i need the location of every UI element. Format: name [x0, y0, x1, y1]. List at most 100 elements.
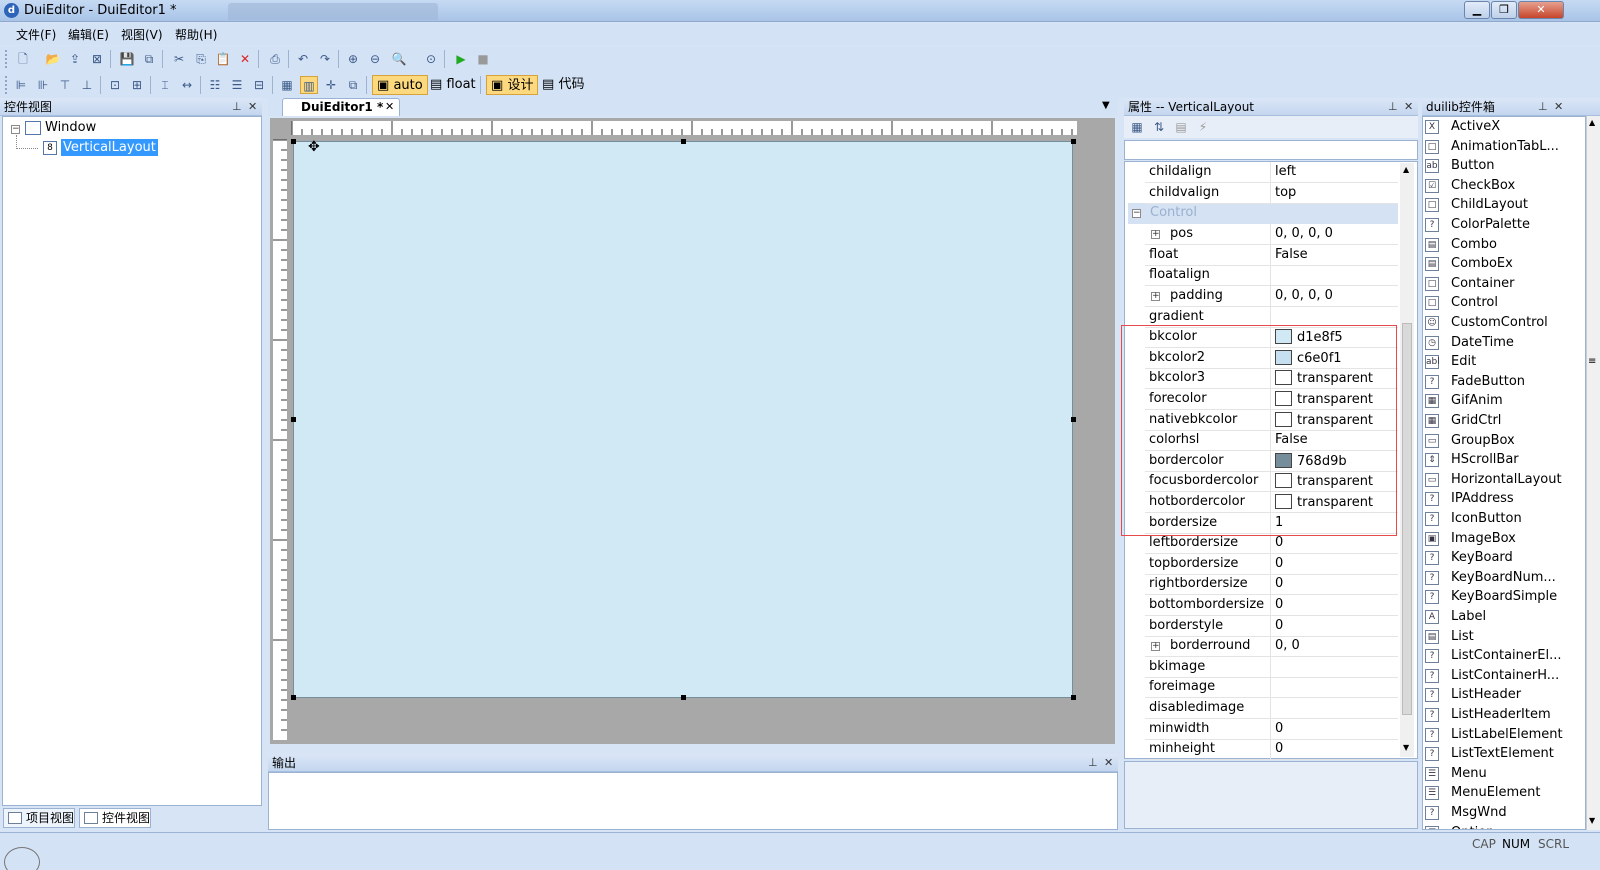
align-top-icon[interactable]: ⊤: [56, 76, 74, 94]
toolbox-item-listheaderitem[interactable]: ? ListHeaderItem: [1423, 706, 1559, 725]
output-panel[interactable]: [268, 772, 1118, 830]
toolbox-item-option[interactable]: ☑ Option: [1423, 824, 1559, 829]
resize-handle[interactable]: [291, 695, 296, 700]
property-row-padding[interactable]: + padding 0, 0, 0, 0: [1145, 286, 1398, 307]
pin-icon[interactable]: ⊥: [1388, 98, 1398, 116]
save-all-icon[interactable]: ⧉: [140, 50, 158, 68]
maximize-button[interactable]: ❐: [1491, 1, 1517, 19]
align-bottom-icon[interactable]: ⊥: [78, 76, 96, 94]
categorized-icon[interactable]: ▦: [1128, 118, 1146, 136]
menu-help[interactable]: 帮助(H): [171, 26, 221, 43]
auto-mode-button[interactable]: ▣ auto: [372, 75, 428, 95]
property-row-topbordersize[interactable]: topbordersize 0: [1145, 553, 1398, 575]
property-value[interactable]: 0, 0, 0, 0: [1275, 226, 1333, 241]
toolbox-item-ipaddress[interactable]: ? IPAddress: [1423, 490, 1559, 509]
undo-icon[interactable]: ↶: [294, 50, 312, 68]
collapse-icon[interactable]: −: [1132, 209, 1141, 218]
resize-handle[interactable]: [681, 139, 686, 144]
preview-icon[interactable]: ⧉: [344, 76, 362, 94]
resize-handle[interactable]: [681, 695, 686, 700]
copy-icon[interactable]: ⎘: [192, 50, 210, 68]
move-icon[interactable]: ✥: [308, 139, 320, 155]
verticallayout-control[interactable]: ✥: [293, 139, 1073, 698]
property-row-pos[interactable]: + pos 0, 0, 0, 0: [1145, 224, 1398, 246]
toolbox-item-list[interactable]: ▤ List: [1423, 628, 1559, 647]
zoom-in-icon[interactable]: ⊕: [344, 50, 362, 68]
open-folder-icon[interactable]: 📂: [44, 50, 62, 68]
toolbox-item-button[interactable]: ab Button: [1423, 157, 1559, 176]
toolbar-grip[interactable]: [5, 76, 8, 94]
property-row-floatalign[interactable]: floatalign: [1145, 265, 1398, 287]
property-value[interactable]: 0: [1275, 597, 1283, 612]
close-tab-icon[interactable]: ✕: [385, 100, 394, 113]
tab-project-view[interactable]: 项目视图: [3, 808, 75, 828]
delete-icon[interactable]: ✕: [236, 50, 254, 68]
property-value[interactable]: 0, 0: [1275, 638, 1300, 653]
same-width-icon[interactable]: ↔: [178, 76, 196, 94]
events-icon[interactable]: ⚡: [1194, 118, 1212, 136]
property-value[interactable]: 0: [1275, 618, 1283, 633]
property-value[interactable]: 0: [1275, 535, 1283, 550]
property-row-borderround[interactable]: + borderround 0, 0: [1145, 636, 1398, 658]
property-value[interactable]: 0, 0, 0, 0: [1275, 288, 1333, 303]
zoom-dropdown-icon[interactable]: 🔍: [390, 50, 408, 68]
toolbox-item-listcontainerel[interactable]: ? ListContainerEl...: [1423, 647, 1561, 666]
crosshair-icon[interactable]: ✛: [322, 76, 340, 94]
code-view-button[interactable]: ▤ 代码: [538, 75, 588, 95]
minimize-button[interactable]: ▁: [1464, 1, 1490, 19]
property-value[interactable]: 0: [1275, 576, 1283, 591]
property-value[interactable]: 0: [1275, 721, 1283, 736]
resize-handle[interactable]: [291, 417, 296, 422]
scroll-up-icon[interactable]: ▲: [1403, 165, 1409, 174]
menu-edit[interactable]: 编辑(E): [64, 26, 113, 43]
tree-item-window[interactable]: Window: [45, 120, 96, 135]
scroll-thumb[interactable]: [1402, 323, 1412, 715]
toolbar-grip[interactable]: [5, 50, 8, 68]
float-mode-button[interactable]: ▤ float: [426, 75, 480, 95]
property-value[interactable]: 0: [1275, 741, 1283, 756]
toolbox-item-childlayout[interactable]: □ ChildLayout: [1423, 196, 1559, 215]
property-row-bottombordersize[interactable]: bottombordersize 0: [1145, 595, 1398, 616]
new-file-icon[interactable]: 🗋: [14, 50, 32, 68]
pin-icon[interactable]: ⊥: [1088, 754, 1098, 772]
toolbox-item-hscrollbar[interactable]: ⇕ HScrollBar: [1423, 451, 1559, 470]
resize-handle[interactable]: [291, 139, 296, 144]
property-row-foreimage[interactable]: foreimage: [1145, 677, 1398, 699]
toolbox-item-iconbutton[interactable]: ? IconButton: [1423, 510, 1559, 529]
run-icon[interactable]: ▶: [452, 50, 470, 68]
toolbox-item-imagebox[interactable]: ▣ ImageBox: [1423, 530, 1559, 549]
property-value[interactable]: 0: [1275, 556, 1283, 571]
toolbox-item-animationtabl[interactable]: □ AnimationTabL...: [1423, 138, 1559, 157]
toolbox-item-listheader[interactable]: ? ListHeader: [1423, 686, 1559, 705]
toolbox-item-label[interactable]: A Label: [1423, 608, 1559, 627]
design-view-button[interactable]: ▣ 设计: [486, 75, 539, 95]
scroll-grip-icon[interactable]: ≡: [1588, 356, 1596, 367]
toolbox-item-keyboardsimple[interactable]: ? KeyBoardSimple: [1423, 588, 1559, 607]
property-value[interactable]: top: [1275, 185, 1296, 200]
expand-icon[interactable]: +: [1151, 230, 1160, 240]
save-icon[interactable]: 💾: [118, 50, 136, 68]
center-vertical-icon[interactable]: ⊡: [106, 76, 124, 94]
same-height-icon[interactable]: ⌶: [156, 76, 174, 94]
scroll-down-icon[interactable]: ▼: [1403, 743, 1409, 752]
expand-icon[interactable]: +: [1151, 642, 1160, 652]
property-row-childvalign[interactable]: childvalign top: [1145, 182, 1398, 204]
resize-handle[interactable]: [1071, 695, 1076, 700]
property-row-childalign[interactable]: childalign left: [1145, 162, 1398, 183]
property-row-disabledimage[interactable]: disabledimage: [1145, 698, 1398, 719]
toolbox-item-colorpalette[interactable]: ? ColorPalette: [1423, 216, 1559, 235]
grid-icon[interactable]: ▦: [278, 76, 296, 94]
toolbox-item-comboex[interactable]: ▤ ComboEx: [1423, 255, 1559, 274]
space-horizontal-icon[interactable]: ☰: [228, 76, 246, 94]
toolbox-item-listcontainerh[interactable]: ? ListContainerH...: [1423, 667, 1559, 686]
align-right-icon[interactable]: ⊪: [34, 76, 52, 94]
toolbox-item-checkbox[interactable]: ☑ CheckBox: [1423, 177, 1559, 196]
toolbox-item-menu[interactable]: ☰ Menu: [1423, 765, 1559, 784]
tab-control-view[interactable]: 控件视图: [79, 808, 151, 828]
toolbox-item-listlabelelement[interactable]: ? ListLabelElement: [1423, 726, 1563, 745]
open-file-icon[interactable]: ⇪: [66, 50, 84, 68]
toolbox-item-activex[interactable]: X ActiveX: [1423, 118, 1559, 137]
redo-icon[interactable]: ↷: [316, 50, 334, 68]
scroll-up-icon[interactable]: ▲: [1589, 118, 1595, 127]
close-icon[interactable]: ✕: [1554, 98, 1563, 116]
